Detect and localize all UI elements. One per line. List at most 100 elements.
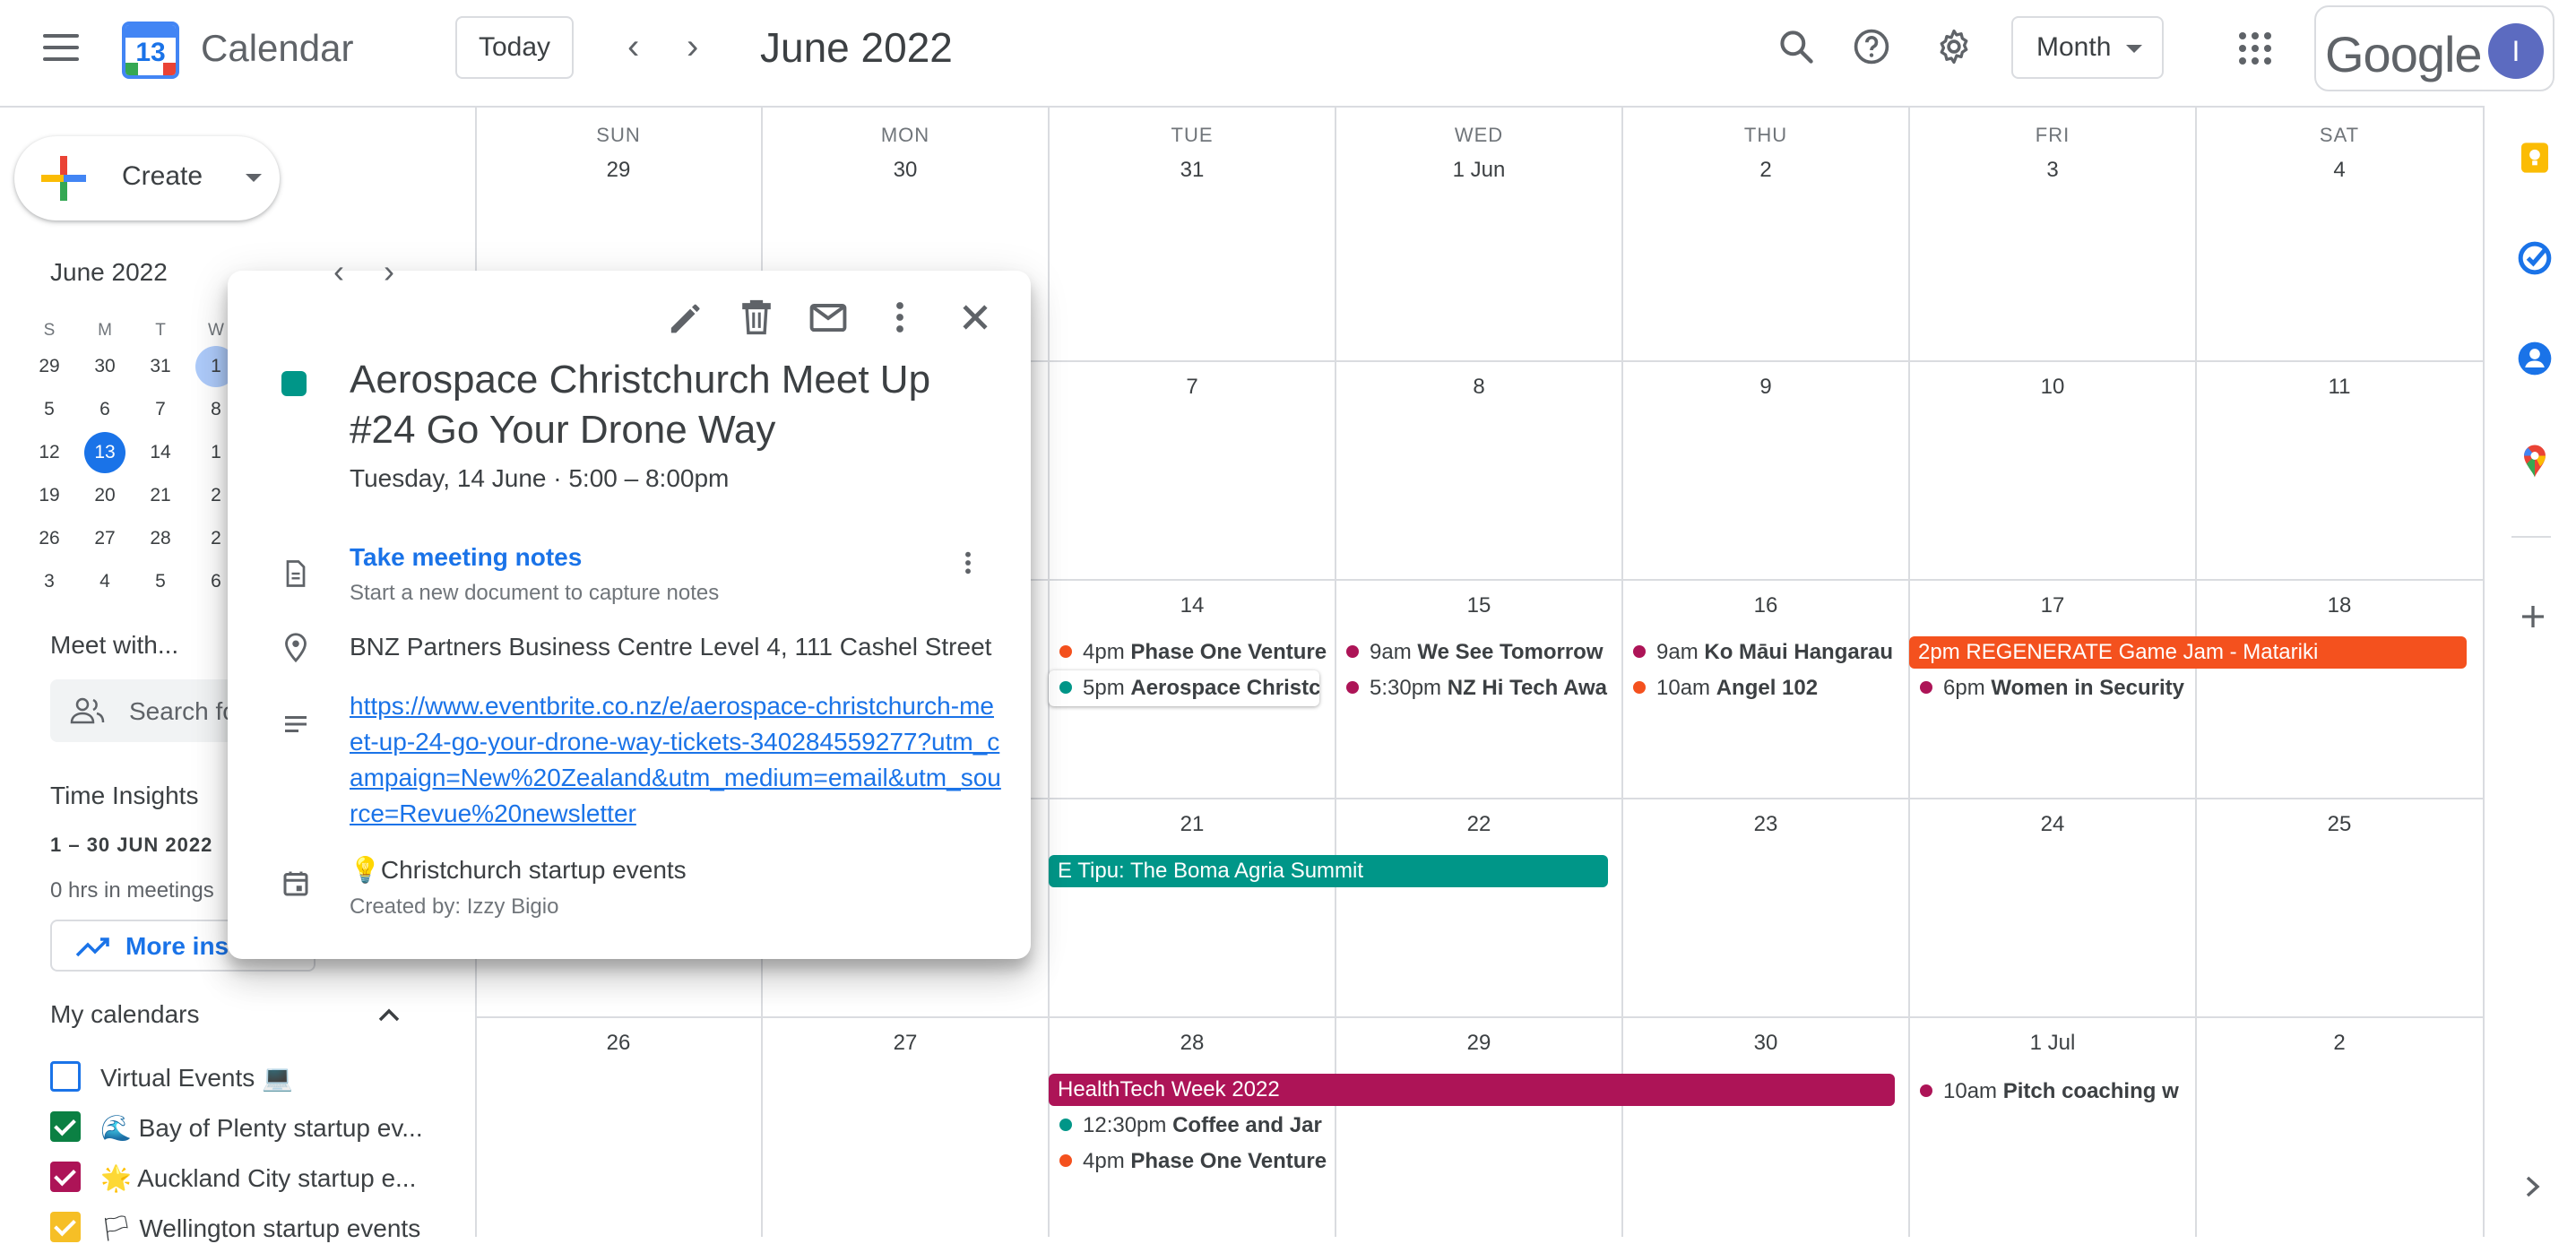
contacts-icon[interactable]: [2517, 341, 2553, 376]
timed-event[interactable]: 10am Angel 102: [1622, 670, 1906, 706]
calendar-checkbox[interactable]: [50, 1212, 81, 1242]
main-menu-icon[interactable]: [43, 34, 79, 63]
timed-event[interactable]: 5:30pm NZ Hi Tech Awa: [1336, 670, 1619, 706]
day-number[interactable]: 28: [1049, 1031, 1336, 1056]
mini-calendar-day[interactable]: 14: [140, 432, 181, 473]
day-number[interactable]: 17: [1909, 593, 2196, 618]
event-color-dot: [1346, 680, 1359, 694]
next-period-icon[interactable]: ›: [687, 29, 698, 65]
mini-calendar-day[interactable]: 5: [29, 389, 70, 430]
day-number[interactable]: 14: [1049, 593, 1336, 618]
mini-calendar-day[interactable]: 20: [84, 475, 125, 516]
event-location[interactable]: BNZ Partners Business Centre Level 4, 11…: [350, 633, 1004, 661]
day-number[interactable]: 9: [1622, 375, 1909, 400]
calendar-checkbox[interactable]: [50, 1162, 81, 1192]
mini-calendar-day[interactable]: 13: [84, 432, 125, 473]
mini-calendar-day[interactable]: 30: [84, 346, 125, 387]
keep-icon[interactable]: [2517, 140, 2553, 176]
google-account-button[interactable]: Google I: [2314, 5, 2554, 91]
mini-calendar-day[interactable]: 5: [140, 561, 181, 602]
day-number[interactable]: 8: [1336, 375, 1622, 400]
day-number[interactable]: 21: [1049, 812, 1336, 837]
avatar[interactable]: I: [2488, 23, 2544, 79]
day-number[interactable]: 30: [762, 158, 1049, 183]
mini-calendar-day[interactable]: 7: [140, 389, 181, 430]
all-day-event-chip[interactable]: E Tipu: The Boma Agria Summit: [1049, 855, 1608, 887]
chevron-up-icon[interactable]: [375, 1002, 403, 1027]
timed-event[interactable]: 4pm Phase One Venture: [1049, 1144, 1332, 1179]
day-number[interactable]: 23: [1622, 812, 1909, 837]
mini-calendar-day[interactable]: 29: [29, 346, 70, 387]
timed-event[interactable]: 12:30pm Coffee and Jar: [1049, 1108, 1332, 1144]
help-icon[interactable]: [1852, 27, 1891, 66]
day-number[interactable]: 4: [2196, 158, 2483, 183]
day-number[interactable]: 26: [475, 1031, 762, 1056]
search-icon[interactable]: [1776, 27, 1816, 66]
mini-prev-month-icon[interactable]: ‹: [333, 253, 344, 290]
event-description-link[interactable]: https://www.eventbrite.co.nz/e/aerospace…: [350, 688, 1004, 832]
my-calendars-heading[interactable]: My calendars: [50, 1000, 200, 1029]
mini-calendar-day[interactable]: 12: [29, 432, 70, 473]
day-number[interactable]: 3: [1909, 158, 2196, 183]
day-number[interactable]: 7: [1049, 375, 1336, 400]
day-number[interactable]: 25: [2196, 812, 2483, 837]
previous-period-icon[interactable]: ‹: [627, 29, 639, 65]
calendar-checkbox[interactable]: [50, 1111, 81, 1142]
more-options-icon[interactable]: [877, 294, 923, 341]
mini-calendar-day[interactable]: 26: [29, 518, 70, 559]
day-number[interactable]: 31: [1049, 158, 1336, 183]
calendar-label: 🌟 Auckland City startup e...: [100, 1164, 417, 1192]
day-number[interactable]: 2: [2196, 1031, 2483, 1056]
maps-icon[interactable]: [2519, 441, 2551, 479]
day-number[interactable]: 1 Jun: [1336, 158, 1622, 183]
notes-more-options-icon[interactable]: [954, 545, 982, 581]
email-guests-icon[interactable]: [805, 294, 851, 341]
edit-pencil-icon[interactable]: [661, 294, 708, 341]
timed-event[interactable]: 9am We See Tomorrow: [1336, 635, 1619, 670]
mini-calendar-day[interactable]: 19: [29, 475, 70, 516]
create-button[interactable]: Create: [14, 136, 280, 220]
day-number[interactable]: 11: [2196, 375, 2483, 400]
chevron-right-icon[interactable]: [2522, 1172, 2544, 1201]
mini-calendar-day[interactable]: 28: [140, 518, 181, 559]
timed-event[interactable]: 6pm Women in Security: [1909, 670, 2192, 706]
day-number[interactable]: 15: [1336, 593, 1622, 618]
day-number[interactable]: 29: [1336, 1031, 1622, 1056]
settings-gear-icon[interactable]: [1934, 27, 1974, 66]
timed-event[interactable]: 5pm Aerospace Christcl: [1049, 670, 1319, 706]
timed-event[interactable]: 4pm Phase One Venture: [1049, 635, 1332, 670]
calendar-checkbox[interactable]: [50, 1061, 81, 1092]
close-icon[interactable]: [952, 294, 998, 341]
timed-event[interactable]: 10am Pitch coaching w: [1909, 1074, 2192, 1110]
all-day-event-chip[interactable]: 2pm REGENERATE Game Jam - Matariki: [1909, 636, 2467, 669]
google-apps-icon[interactable]: [2239, 32, 2271, 65]
event-color-swatch: [281, 371, 307, 396]
delete-trash-icon[interactable]: [733, 294, 780, 341]
all-day-event-chip[interactable]: HealthTech Week 2022: [1049, 1074, 1895, 1106]
day-number[interactable]: 16: [1622, 593, 1909, 618]
mini-calendar-day[interactable]: 27: [84, 518, 125, 559]
add-addon-icon[interactable]: [2519, 602, 2547, 631]
day-number[interactable]: 27: [762, 1031, 1049, 1056]
event-created-by: Created by: Izzy Bigio: [350, 894, 559, 919]
day-number[interactable]: 10: [1909, 375, 2196, 400]
mini-calendar-day[interactable]: 3: [29, 561, 70, 602]
mini-next-month-icon[interactable]: ›: [384, 253, 394, 290]
mini-calendar-day[interactable]: 31: [140, 346, 181, 387]
timed-event[interactable]: 9am Ko Māui Hangarau: [1622, 635, 1906, 670]
mini-calendar-day[interactable]: 21: [140, 475, 181, 516]
day-number[interactable]: 29: [475, 158, 762, 183]
day-number[interactable]: 30: [1622, 1031, 1909, 1056]
day-number[interactable]: 1 Jul: [1909, 1031, 2196, 1056]
day-number[interactable]: 22: [1336, 812, 1622, 837]
view-selector[interactable]: Month: [2011, 16, 2164, 79]
day-number[interactable]: 2: [1622, 158, 1909, 183]
today-button[interactable]: Today: [455, 16, 574, 79]
mini-calendar-day[interactable]: 4: [84, 561, 125, 602]
mini-calendar-day[interactable]: 6: [84, 389, 125, 430]
tasks-icon[interactable]: [2517, 240, 2553, 276]
take-meeting-notes-link[interactable]: Take meeting notes: [350, 543, 582, 572]
caret-down-icon: [246, 174, 262, 182]
day-number[interactable]: 18: [2196, 593, 2483, 618]
day-number[interactable]: 24: [1909, 812, 2196, 837]
